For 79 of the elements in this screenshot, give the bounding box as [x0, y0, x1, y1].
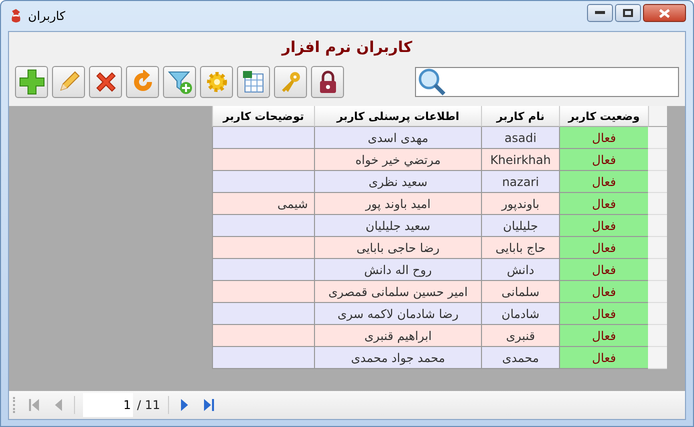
username-cell: دانش	[481, 259, 559, 281]
personal-info-cell: رضا شادمان لاکمه سری	[314, 303, 481, 325]
page-total: / 11	[137, 398, 160, 412]
restore-button[interactable]	[615, 4, 641, 22]
last-page-icon	[204, 399, 214, 411]
personal-info-cell: مهدی اسدی	[314, 127, 481, 149]
row-header-cell[interactable]	[648, 303, 667, 325]
username-cell: سلمانی	[481, 281, 559, 303]
personal-info-cell: سعید جلیلیان	[314, 215, 481, 237]
personal-info-cell: امید باوند پور	[314, 193, 481, 215]
status-cell: فعال	[559, 127, 648, 149]
funnel-icon	[166, 69, 192, 95]
minimize-icon	[595, 11, 605, 15]
row-header-cell[interactable]	[648, 127, 667, 149]
status-cell: فعال	[559, 325, 648, 347]
settings-button[interactable]	[200, 66, 233, 98]
close-icon	[659, 8, 670, 18]
add-button[interactable]	[15, 66, 48, 98]
row-header-cell[interactable]	[648, 347, 667, 369]
status-cell: فعال	[559, 171, 648, 193]
first-page-icon	[29, 399, 39, 411]
status-cell: فعال	[559, 237, 648, 259]
personal-info-cell: روح اله دانش	[314, 259, 481, 281]
username-cell: باوندپور	[481, 193, 559, 215]
column-header[interactable]: توضیحات کاربر	[212, 106, 314, 127]
row-header-cell[interactable]	[648, 325, 667, 347]
row-header-cell[interactable]	[648, 215, 667, 237]
search-field[interactable]	[415, 67, 679, 97]
spreadsheet-icon	[242, 70, 266, 94]
username-cell: asadi	[481, 127, 559, 149]
personal-info-cell: مرتضي خير خواه	[314, 149, 481, 171]
app-icon	[10, 8, 22, 24]
row-header-cell[interactable]	[648, 149, 667, 171]
status-cell: فعال	[559, 215, 648, 237]
notes-cell: شیمی	[212, 193, 314, 215]
personal-info-cell: محمد جواد محمدی	[314, 347, 481, 369]
gear-icon	[204, 70, 228, 94]
form-heading: کاربران نرم افزار	[280, 37, 414, 58]
column-header[interactable]: وضعیت کاربر	[559, 106, 648, 127]
username-cell: nazari	[481, 171, 559, 193]
column-header[interactable]: نام کاربر	[481, 106, 559, 127]
next-page-icon	[181, 399, 188, 411]
close-icon	[94, 70, 118, 94]
restore-icon	[623, 9, 633, 17]
column-header[interactable]: اطلاعات پرسنلی کاربر	[314, 106, 481, 127]
status-cell: فعال	[559, 281, 648, 303]
filter-button[interactable]	[163, 66, 196, 98]
status-cell: فعال	[559, 303, 648, 325]
personal-info-cell: سعید نظری	[314, 171, 481, 193]
minimize-button[interactable]	[587, 4, 613, 22]
row-header-cell[interactable]	[648, 281, 667, 303]
refresh-button[interactable]	[126, 66, 159, 98]
lock-button[interactable]	[311, 66, 344, 98]
status-cell: فعال	[559, 193, 648, 215]
edit-button[interactable]	[52, 66, 85, 98]
username-cell: قنبری	[481, 325, 559, 347]
status-cell: فعال	[559, 149, 648, 171]
row-header-cell[interactable]	[648, 237, 667, 259]
window-title: کاربران	[28, 9, 66, 23]
status-cell: فعال	[559, 347, 648, 369]
export-button[interactable]	[237, 66, 270, 98]
close-button[interactable]	[643, 4, 686, 22]
row-header-cell[interactable]	[648, 171, 667, 193]
plus-icon	[18, 69, 44, 95]
username-cell: شادمان	[481, 303, 559, 325]
username-cell: حاج بابایی	[481, 237, 559, 259]
personal-info-cell: امیر حسین سلمانی قمصری	[314, 281, 481, 303]
previous-page-icon	[55, 399, 62, 411]
row-header-cell[interactable]	[648, 193, 667, 215]
page-number-field[interactable]: 1	[83, 393, 133, 417]
personal-info-cell: رضا حاجی بابایی	[314, 237, 481, 259]
username-cell: جلیلیان	[481, 215, 559, 237]
search-icon	[418, 68, 446, 96]
row-header-cell[interactable]	[648, 259, 667, 281]
delete-button[interactable]	[89, 66, 122, 98]
personal-info-cell: ابراهیم قنبری	[314, 325, 481, 347]
status-cell: فعال	[559, 259, 648, 281]
username-cell: Kheirkhah	[481, 149, 559, 171]
username-cell: محمدی	[481, 347, 559, 369]
